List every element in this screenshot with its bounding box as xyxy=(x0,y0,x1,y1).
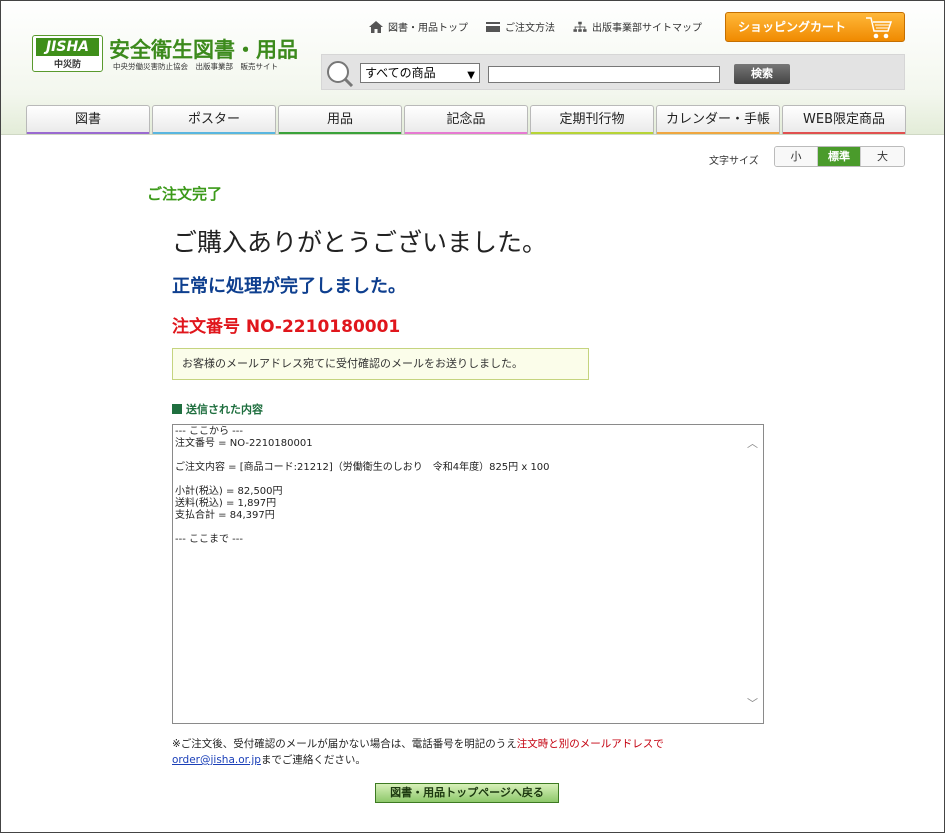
font-size-small[interactable]: 小 xyxy=(775,147,818,166)
back-to-top-button[interactable]: 図書・用品トップページへ戻る xyxy=(375,783,559,803)
logo-sub: 中災防 xyxy=(53,60,81,70)
tab-web-limited[interactable]: WEB限定商品 xyxy=(782,105,906,134)
top-link-order-method[interactable]: ご注文方法 xyxy=(486,19,555,34)
tab-posters[interactable]: ポスター xyxy=(152,105,276,134)
top-link-home[interactable]: 図書・用品トップ xyxy=(369,19,468,34)
sent-content-title: 送信された内容 xyxy=(172,401,263,417)
top-link-label: 図書・用品トップ xyxy=(388,23,468,34)
tab-goods[interactable]: 用品 xyxy=(278,105,402,134)
tab-calendars[interactable]: カレンダー・手帳 xyxy=(656,105,780,134)
font-size-label: 文字サイズ xyxy=(709,156,759,167)
mail-confirmation-note: お客様のメールアドレス宛てに受付確認のメールをお送りしました。 xyxy=(172,348,589,380)
footnote-text-2: までご連絡ください。 xyxy=(260,754,366,766)
tab-periodicals[interactable]: 定期刊行物 xyxy=(530,105,654,134)
sitemap-icon xyxy=(573,21,587,32)
font-size-switcher: 小 標準 大 xyxy=(774,146,905,167)
site-subtitle: 中央労働災害防止協会 出版事業部 販売サイト xyxy=(113,62,278,71)
sent-content-textarea[interactable]: --- ここから --- 注文番号 = NO-2210180001 ご注文内容 … xyxy=(172,424,764,724)
tab-commemorative[interactable]: 記念品 xyxy=(404,105,528,134)
search-input[interactable] xyxy=(488,66,720,83)
done-message: 正常に処理が完了しました。 xyxy=(172,276,406,297)
header-divider xyxy=(1,134,944,135)
chevron-down-icon: ▼ xyxy=(467,70,475,81)
footnote: ※ご注文後、受付確認のメールが届かない場合は、電話番号を明記のうえ注文時と別のメ… xyxy=(172,736,732,768)
site-header: JISHA 中災防 安全衛生図書・用品 中央労働災害防止協会 出版事業部 販売サ… xyxy=(1,1,944,134)
scroll-down-icon[interactable]: ﹀ xyxy=(747,695,758,711)
top-link-label: ご注文方法 xyxy=(505,23,555,34)
scroll-up-icon[interactable]: ︿ xyxy=(747,435,758,451)
search-icon xyxy=(327,61,354,87)
site-title[interactable]: 安全衛生図書・用品 xyxy=(109,34,298,64)
square-bullet-icon xyxy=(172,404,182,414)
section-title: ご注文完了 xyxy=(147,185,223,203)
order-number: 注文番号 NO-2210180001 xyxy=(172,317,401,337)
category-selected: すべての商品 xyxy=(365,66,436,80)
cart-label: ショッピングカート xyxy=(738,20,847,34)
top-link-label: 出版事業部サイトマップ xyxy=(592,23,702,34)
category-select[interactable]: すべての商品 ▼ xyxy=(360,63,480,83)
logo-text: JISHA xyxy=(36,38,99,56)
shopping-cart-button[interactable]: ショッピングカート xyxy=(725,12,905,42)
cart-icon xyxy=(866,17,893,39)
top-link-sitemap[interactable]: 出版事業部サイトマップ xyxy=(573,19,702,34)
thanks-heading: ご購入ありがとうございました。 xyxy=(172,228,548,257)
top-links: 図書・用品トップ ご注文方法 出版事業部サイトマップ xyxy=(369,19,702,34)
card-icon xyxy=(486,21,500,32)
order-email-link[interactable]: order@jisha.or.jp xyxy=(172,754,261,766)
footnote-red-text: 注文時と別のメールアドレスで xyxy=(516,738,664,750)
category-nav: 図書 ポスター 用品 記念品 定期刊行物 カレンダー・手帳 WEB限定商品 xyxy=(26,105,906,134)
font-size-standard[interactable]: 標準 xyxy=(818,147,861,166)
jisha-logo[interactable]: JISHA 中災防 xyxy=(32,35,103,72)
font-size-large[interactable]: 大 xyxy=(861,147,904,166)
footnote-text-1: ※ご注文後、受付確認のメールが届かない場合は、電話番号を明記のうえ xyxy=(172,738,517,750)
search-button[interactable]: 検索 xyxy=(734,64,790,84)
tab-books[interactable]: 図書 xyxy=(26,105,150,134)
sent-content-title-text: 送信された内容 xyxy=(186,403,263,416)
search-bar: すべての商品 ▼ 検索 xyxy=(321,54,905,90)
home-icon xyxy=(369,20,383,33)
